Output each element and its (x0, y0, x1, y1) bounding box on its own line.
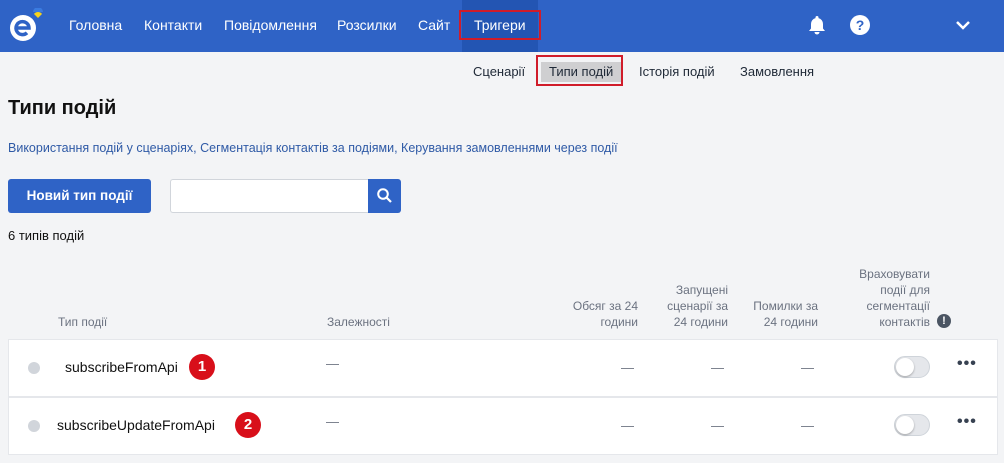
event-type-name[interactable]: subscribeFromApi (65, 359, 178, 375)
chevron-down-icon[interactable] (952, 14, 974, 36)
launched-scenarios-value: — (711, 360, 724, 375)
dependencies-value: — (326, 414, 339, 429)
subtab-orders[interactable]: Замовлення (740, 62, 814, 82)
table-row[interactable]: subscribeFromApi 1 — — — — ••• (8, 339, 998, 397)
errors-value: — (801, 418, 814, 433)
help-links: Використання подій у сценаріях, Сегмента… (8, 141, 618, 155)
search-button[interactable] (368, 179, 401, 213)
volume-value: — (621, 360, 634, 375)
toggle-knob (896, 358, 914, 376)
nav-item-contacts[interactable]: Контакти (144, 0, 202, 52)
step-number-badge: 1 (189, 354, 215, 380)
header-dependencies: Залежності (327, 315, 390, 329)
search-icon (377, 188, 392, 203)
link-orders-via-events[interactable]: Керування замовленнями через події (401, 141, 618, 155)
header-volume-24h[interactable]: Обсяг за 24 години (565, 298, 638, 330)
volume-value: — (621, 418, 634, 433)
header-errors-24h[interactable]: Помилки за 24 години (745, 298, 818, 330)
nav-item-messages[interactable]: Повідомлення (224, 0, 317, 52)
event-types-count: 6 типів подій (8, 228, 85, 243)
esputnik-logo[interactable] (8, 8, 44, 44)
top-navigation-bar: Головна Контакти Повідомлення Розсилки С… (0, 0, 1004, 52)
link-events-in-scenarios[interactable]: Використання подій у сценаріях (8, 141, 193, 155)
table-row[interactable]: subscribeUpdateFromApi 2 — — — — ••• (8, 397, 998, 455)
nav-item-triggers[interactable]: Тригери (459, 0, 541, 52)
more-options-icon[interactable]: ••• (957, 413, 977, 431)
link-segmentation-by-events[interactable]: Сегментація контактів за подіями (200, 141, 394, 155)
header-segmentation: Враховувати події для сегментації контак… (859, 267, 930, 329)
status-dot (28, 420, 40, 432)
more-options-icon[interactable]: ••• (957, 355, 977, 373)
nav-item-mailings[interactable]: Розсилки (337, 0, 397, 52)
dependencies-value: — (326, 356, 339, 371)
header-launched-scenarios-24h[interactable]: Запущені сценарії за 24 години (662, 282, 728, 330)
highlight-box (459, 10, 541, 40)
subtab-event-history[interactable]: Історія подій (639, 62, 715, 82)
search-input[interactable] (170, 179, 368, 213)
page-title: Типи подій (8, 97, 117, 119)
svg-text:?: ? (856, 17, 865, 33)
header-event-type[interactable]: Тип події (58, 314, 107, 330)
status-dot (28, 362, 40, 374)
step-number-badge: 2 (235, 412, 261, 438)
nav-item-site[interactable]: Сайт (418, 0, 450, 52)
nav-item-home[interactable]: Головна (69, 0, 122, 52)
help-icon[interactable]: ? (849, 14, 871, 36)
segmentation-toggle[interactable] (894, 356, 930, 378)
event-type-name[interactable]: subscribeUpdateFromApi (57, 417, 215, 433)
toggle-knob (896, 416, 914, 434)
segmentation-toggle[interactable] (894, 414, 930, 436)
info-icon[interactable]: ! (937, 314, 951, 328)
bell-icon[interactable] (806, 14, 828, 36)
new-event-type-button[interactable]: Новий тип події (8, 179, 151, 213)
errors-value: — (801, 360, 814, 375)
subtab-scenarios[interactable]: Сценарії (473, 62, 525, 82)
launched-scenarios-value: — (711, 418, 724, 433)
subtab-highlight-box (536, 55, 623, 86)
